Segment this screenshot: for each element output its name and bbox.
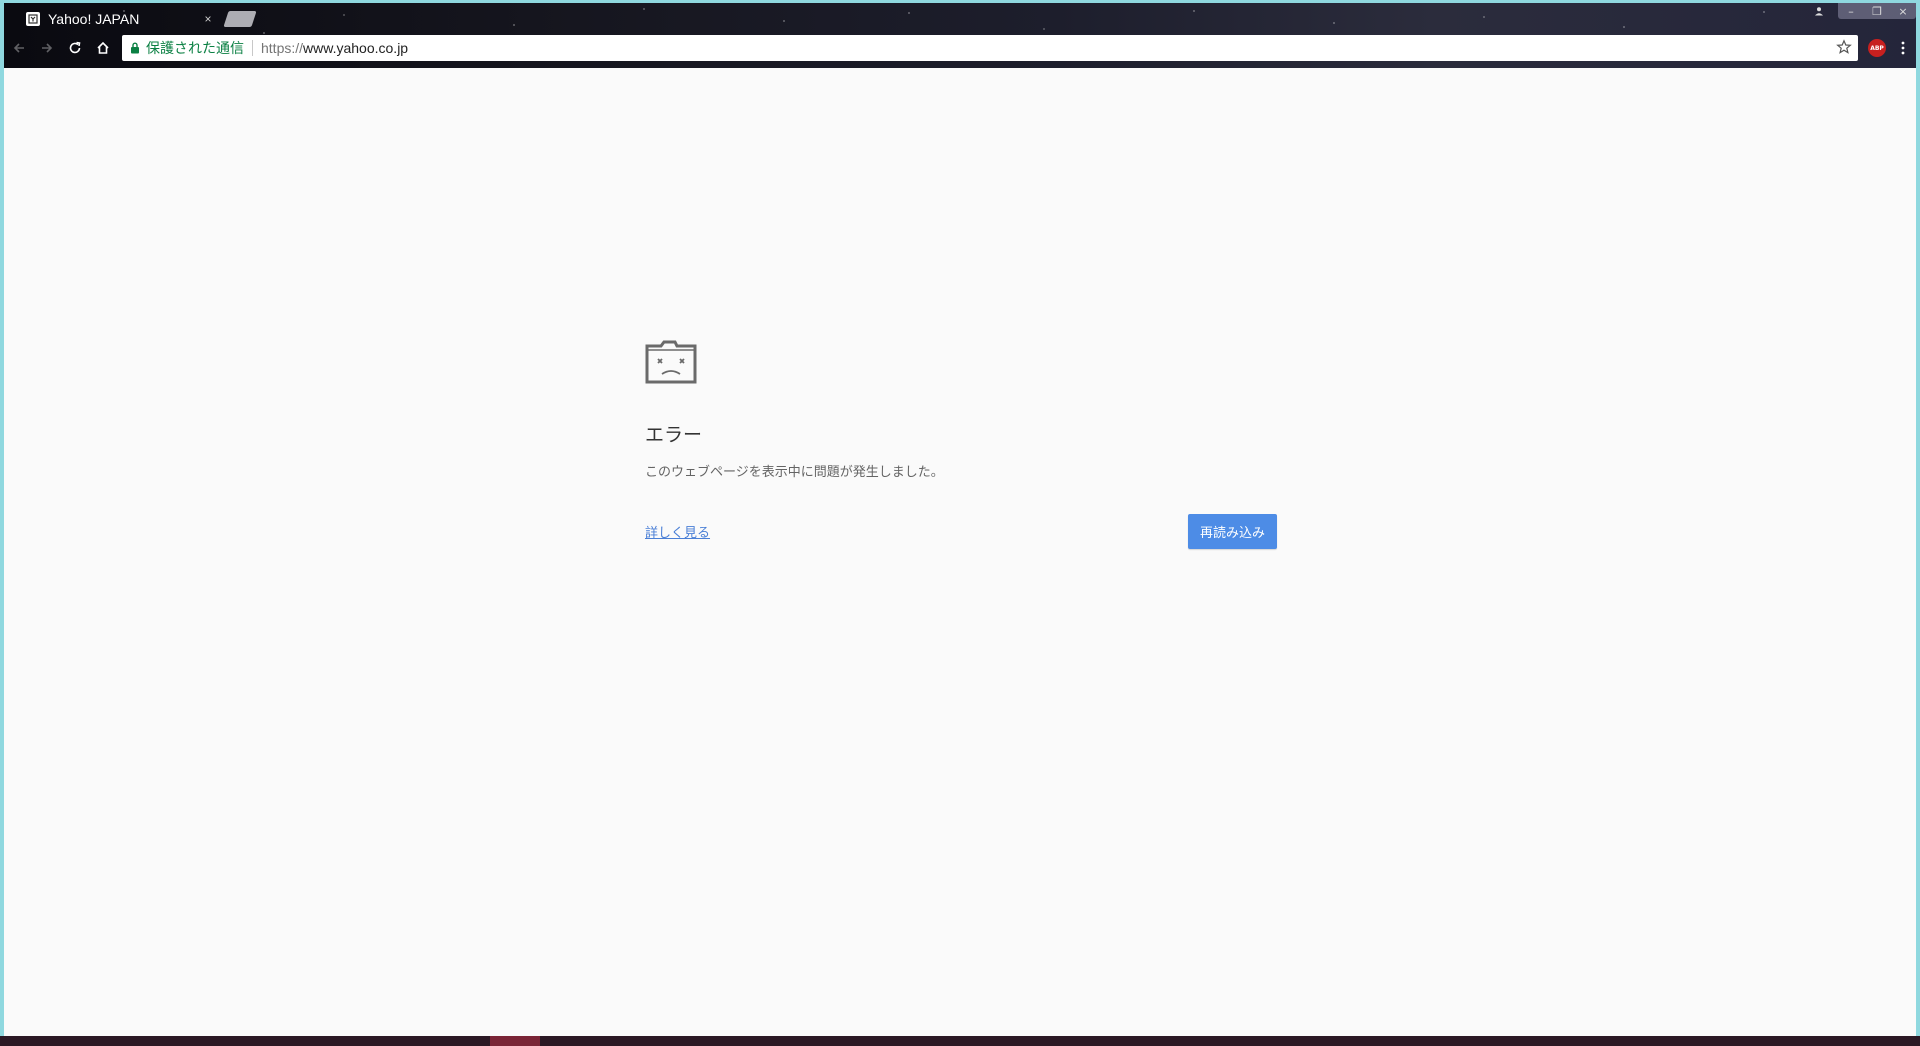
secure-connection-label[interactable]: 保護された通信 [146, 38, 244, 58]
toolbar: 保護された通信 https:// www.yahoo.co.jp ABP [4, 33, 1916, 63]
menu-dots-icon[interactable] [1896, 38, 1910, 58]
forward-icon [42, 43, 53, 53]
url-scheme[interactable]: https:// [261, 40, 303, 56]
adblock-plus-icon[interactable]: ABP [1868, 39, 1886, 57]
sad-folder-icon [645, 340, 697, 384]
user-icon[interactable] [1806, 3, 1832, 19]
home-icon [97, 41, 109, 54]
browser-window: Yahoo! JAPAN × – ❐ × 保護された通信 https:// ww… [0, 0, 1920, 1036]
back-button[interactable] [6, 35, 32, 61]
details-link[interactable]: 詳しく見る [645, 522, 710, 541]
reload-button[interactable]: 再読み込み [1187, 514, 1277, 549]
restore-button[interactable]: ❐ [1864, 3, 1890, 19]
error-container: エラー このウェブページを表示中に問題が発生しました。 詳しく見る 再読み込み [645, 338, 1277, 549]
window-controls: – ❐ × [1806, 3, 1916, 23]
url-host[interactable]: www.yahoo.co.jp [303, 40, 408, 56]
home-button[interactable] [90, 35, 116, 61]
new-tab-button[interactable] [223, 11, 257, 27]
reload-toolbar-button[interactable] [62, 35, 88, 61]
back-icon [13, 43, 24, 53]
browser-chrome: Yahoo! JAPAN × – ❐ × 保護された通信 https:// ww… [4, 3, 1916, 68]
page-content: エラー このウェブページを表示中に問題が発生しました。 詳しく見る 再読み込み [4, 68, 1916, 1036]
address-bar[interactable]: 保護された通信 https:// www.yahoo.co.jp [122, 35, 1858, 61]
minimize-button[interactable]: – [1838, 3, 1864, 19]
tab-close-icon[interactable]: × [200, 11, 216, 27]
taskbar-accent [490, 1036, 540, 1046]
tab-title: Yahoo! JAPAN [48, 11, 140, 27]
close-window-button[interactable]: × [1890, 3, 1916, 19]
error-description: このウェブページを表示中に問題が発生しました。 [645, 465, 944, 480]
omnibox-divider [252, 40, 253, 56]
error-heading: エラー [645, 424, 703, 446]
reload-icon [69, 41, 81, 54]
forward-button[interactable] [34, 35, 60, 61]
lock-icon[interactable] [130, 42, 140, 54]
taskbar-strip [0, 1036, 1920, 1046]
yahoo-favicon-icon [26, 12, 40, 26]
tab-yahoo-japan[interactable]: Yahoo! JAPAN × [16, 7, 216, 31]
error-actions: 詳しく見る 再読み込み [645, 514, 1277, 549]
bookmark-star-icon[interactable] [1836, 39, 1852, 55]
